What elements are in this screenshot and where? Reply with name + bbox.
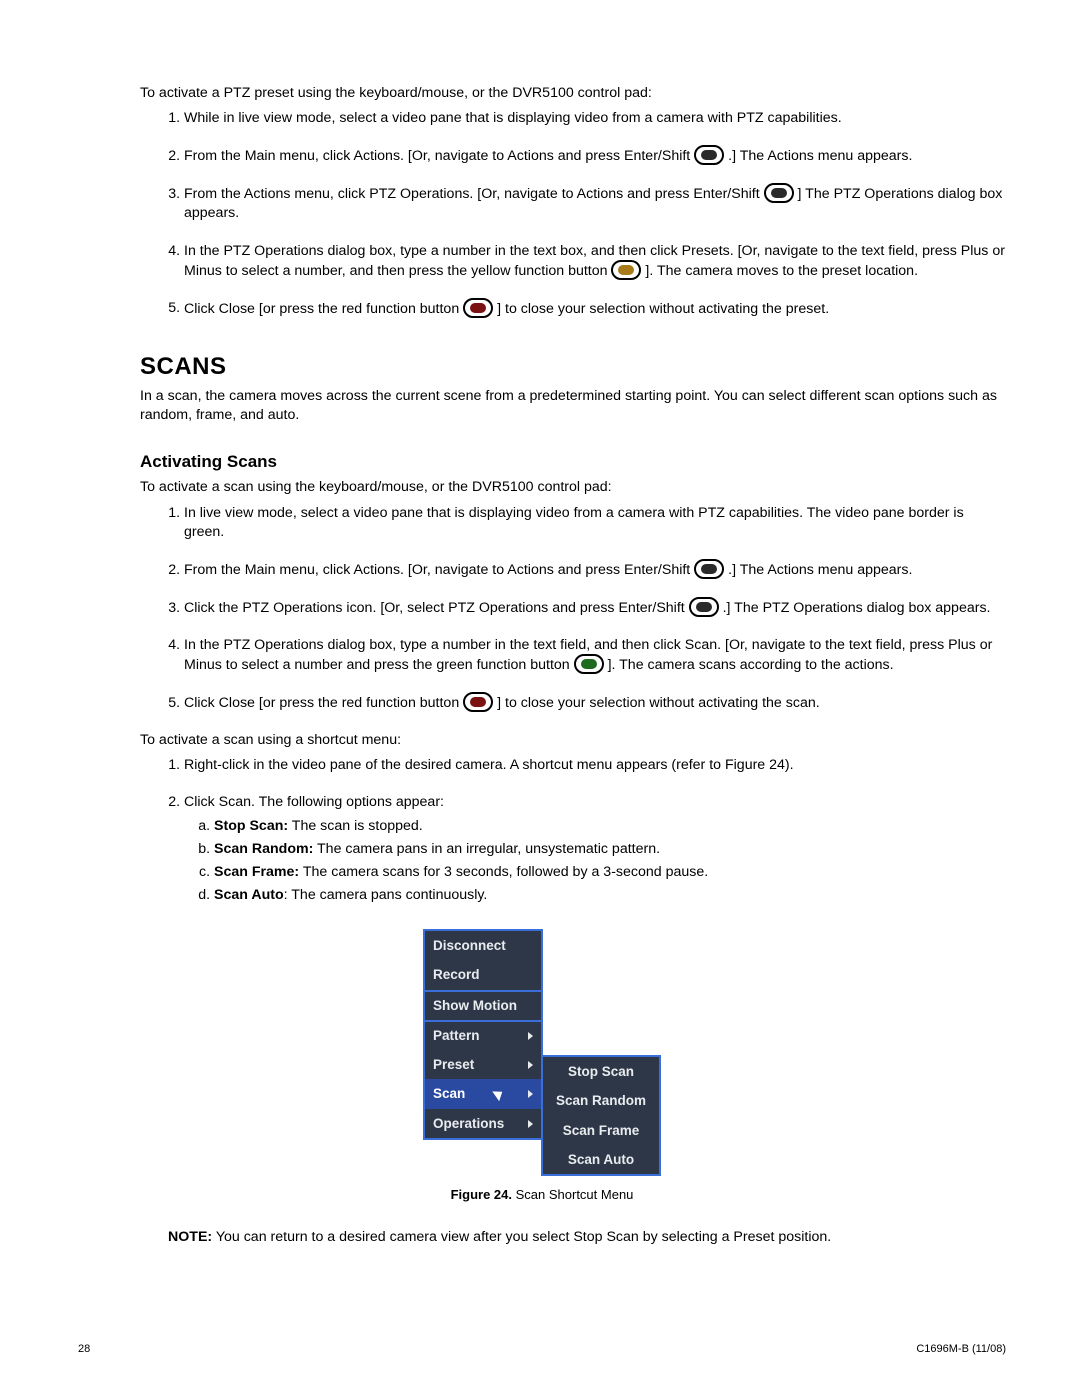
text: Click the PTZ Operations icon. [Or, sele…: [184, 600, 689, 616]
scan-steps: In live view mode, select a video pane t…: [140, 504, 1006, 714]
text: ]. The camera moves to the preset locati…: [645, 262, 918, 278]
option-scan-random: Scan Random: The camera pans in an irreg…: [214, 840, 1006, 859]
shortcut-menu-sub: Stop Scan Scan Random Scan Frame Scan Au…: [541, 1055, 661, 1176]
shortcut-intro: To activate a scan using a shortcut menu…: [140, 731, 1006, 750]
text: .] The Actions menu appears.: [728, 148, 912, 164]
cursor-icon: [495, 1088, 507, 1102]
submenu-item-stop-scan[interactable]: Stop Scan: [543, 1057, 659, 1086]
shortcut-steps: Right-click in the video pane of the des…: [140, 756, 1006, 905]
green-function-button-icon: [574, 654, 604, 674]
scan-step-1: In live view mode, select a video pane t…: [184, 504, 1006, 542]
preset-intro: To activate a PTZ preset using the keybo…: [140, 84, 1006, 103]
red-function-button-icon: [463, 298, 493, 318]
note-text: You can return to a desired camera view …: [212, 1229, 831, 1245]
desc: The scan is stopped.: [288, 818, 423, 834]
enter-shift-button-icon: [764, 183, 794, 203]
scan-step-4: In the PTZ Operations dialog box, type a…: [184, 636, 1006, 675]
text: Click Close [or press the red function b…: [184, 300, 463, 316]
desc: The camera scans for 3 seconds, followed…: [299, 864, 708, 880]
label: Scan Frame:: [214, 864, 299, 880]
label: Scan: [433, 1086, 465, 1101]
preset-step-5: Click Close [or press the red function b…: [184, 299, 1006, 319]
red-function-button-icon: [463, 692, 493, 712]
note: NOTE: You can return to a desired camera…: [168, 1228, 1006, 1247]
document-page: To activate a PTZ preset using the keybo…: [0, 0, 1080, 1397]
scans-intro: In a scan, the camera moves across the c…: [140, 387, 1006, 425]
text: From the Main menu, click Actions. [Or, …: [184, 562, 694, 578]
doc-id: C1696M-B (11/08): [916, 1342, 1006, 1357]
enter-shift-button-icon: [694, 559, 724, 579]
figure-24: Disconnect Record Show Motion Pattern Pr…: [78, 929, 1006, 1203]
preset-steps: While in live view mode, select a video …: [140, 109, 1006, 319]
shortcut-step-1: Right-click in the video pane of the des…: [184, 756, 1006, 775]
scan-step-2: From the Main menu, click Actions. [Or, …: [184, 560, 1006, 580]
preset-step-1: While in live view mode, select a video …: [184, 109, 1006, 128]
text: ] to close your selection without activa…: [497, 300, 829, 316]
submenu-item-scan-auto[interactable]: Scan Auto: [543, 1145, 659, 1174]
submenu-item-scan-frame[interactable]: Scan Frame: [543, 1116, 659, 1145]
figure-caption: Figure 24. Scan Shortcut Menu: [78, 1186, 1006, 1204]
desc: The camera pans in an irregular, unsyste…: [313, 841, 660, 857]
scan-step-3: Click the PTZ Operations icon. [Or, sele…: [184, 598, 1006, 618]
scans-heading: SCANS: [140, 351, 1006, 383]
option-scan-frame: Scan Frame: The camera scans for 3 secon…: [214, 863, 1006, 882]
activate-scan-intro: To activate a scan using the keyboard/mo…: [140, 478, 1006, 497]
shortcut-step-2: Click Scan. The following options appear…: [184, 793, 1006, 905]
figure-label: Figure 24.: [451, 1187, 512, 1202]
menu-item-disconnect[interactable]: Disconnect: [425, 931, 541, 960]
menu-item-scan[interactable]: Scan: [425, 1079, 541, 1108]
activating-scans-heading: Activating Scans: [140, 451, 1006, 474]
scan-step-5: Click Close [or press the red function b…: [184, 693, 1006, 713]
option-scan-auto: Scan Auto: The camera pans continuously.: [214, 886, 1006, 905]
text: ] to close your selection without activa…: [497, 695, 820, 711]
enter-shift-button-icon: [694, 145, 724, 165]
text: Click Close [or press the red function b…: [184, 695, 463, 711]
preset-step-3: From the Actions menu, click PTZ Operati…: [184, 184, 1006, 223]
figure-text: Scan Shortcut Menu: [512, 1187, 633, 1202]
menu-item-pattern[interactable]: Pattern: [425, 1020, 541, 1050]
label: Stop Scan:: [214, 818, 288, 834]
text: ]. The camera scans according to the act…: [608, 657, 894, 673]
menu-item-show-motion[interactable]: Show Motion: [425, 990, 541, 1020]
text: .] The Actions menu appears.: [728, 562, 912, 578]
preset-step-2: From the Main menu, click Actions. [Or, …: [184, 146, 1006, 166]
label: Scan Auto: [214, 887, 284, 903]
shortcut-menu-main: Disconnect Record Show Motion Pattern Pr…: [423, 929, 543, 1140]
menu-item-record[interactable]: Record: [425, 960, 541, 989]
menu-item-preset[interactable]: Preset: [425, 1050, 541, 1079]
text: Click Scan. The following options appear…: [184, 794, 444, 810]
label: Scan Random:: [214, 841, 313, 857]
preset-step-4: In the PTZ Operations dialog box, type a…: [184, 242, 1006, 281]
text: From the Actions menu, click PTZ Operati…: [184, 186, 764, 202]
page-footer: 28 C1696M-B (11/08): [78, 1342, 1006, 1357]
text: .] The PTZ Operations dialog box appears…: [723, 600, 991, 616]
shortcut-menu: Disconnect Record Show Motion Pattern Pr…: [423, 929, 661, 1176]
enter-shift-button-icon: [689, 597, 719, 617]
yellow-function-button-icon: [611, 260, 641, 280]
submenu-item-scan-random[interactable]: Scan Random: [543, 1086, 659, 1115]
scan-options: Stop Scan: The scan is stopped. Scan Ran…: [184, 817, 1006, 906]
page-number: 28: [78, 1342, 90, 1357]
desc: : The camera pans continuously.: [284, 887, 488, 903]
note-label: NOTE:: [168, 1229, 212, 1245]
option-stop-scan: Stop Scan: The scan is stopped.: [214, 817, 1006, 836]
menu-item-operations[interactable]: Operations: [425, 1109, 541, 1138]
text: From the Main menu, click Actions. [Or, …: [184, 148, 694, 164]
